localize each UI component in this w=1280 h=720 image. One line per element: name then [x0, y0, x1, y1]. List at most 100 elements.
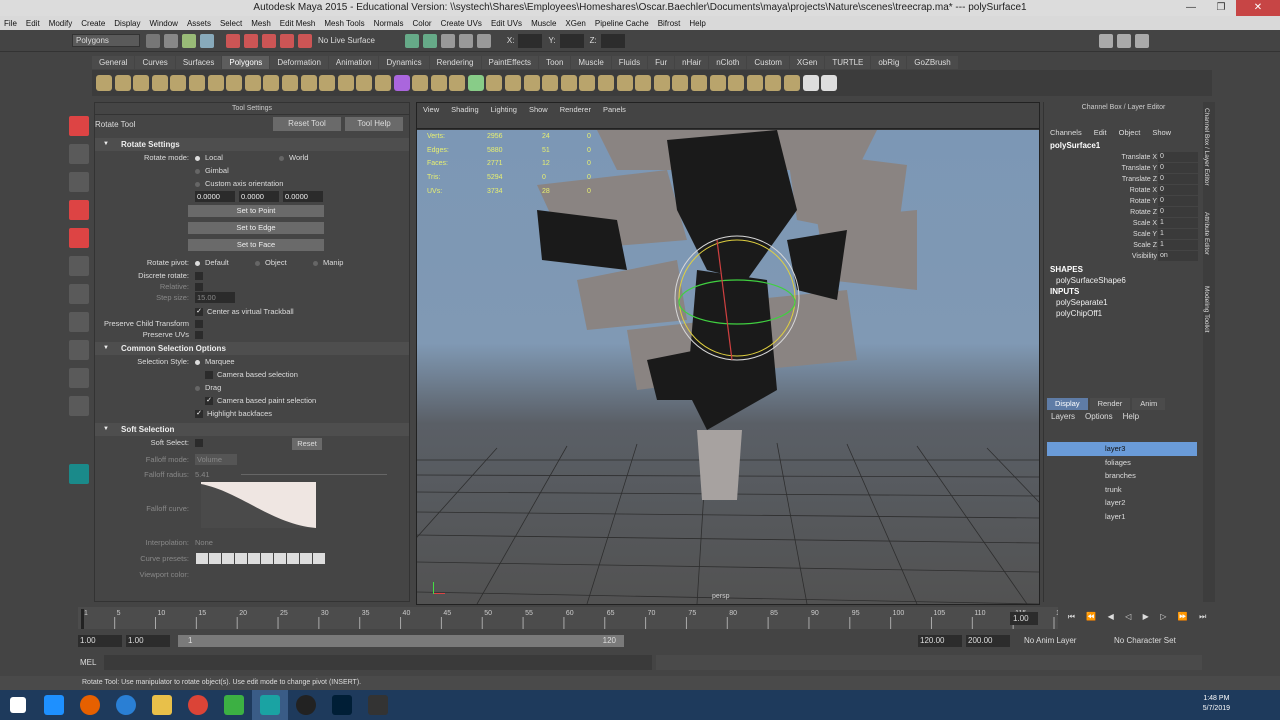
curve-presets-buttons[interactable] — [196, 553, 325, 568]
single-layout-icon[interactable] — [69, 312, 89, 332]
viewport-toolbar[interactable] — [417, 115, 1039, 129]
gimbal-radio[interactable] — [195, 168, 200, 174]
history-icon[interactable] — [404, 33, 419, 48]
rotate-tool-icon[interactable] — [69, 228, 89, 248]
axis-x-field[interactable]: 0.0000 — [195, 191, 235, 202]
preserve-uvs-checkbox[interactable] — [195, 331, 203, 340]
slide-edge-icon[interactable] — [672, 75, 689, 91]
poly-cube-icon[interactable] — [114, 75, 131, 91]
maximize-button[interactable]: ❐ — [1206, 0, 1236, 16]
world-radio[interactable] — [279, 155, 284, 161]
local-radio[interactable] — [195, 155, 200, 161]
average-vertices-icon[interactable] — [412, 75, 429, 91]
tab-obrig[interactable]: obRig — [871, 55, 907, 69]
axis-z-field[interactable]: 0.0000 — [283, 191, 323, 202]
menu-window[interactable]: Window — [150, 19, 178, 28]
uv-editor-icon[interactable] — [709, 75, 726, 91]
playback-start-field[interactable]: 1.00 — [126, 635, 170, 647]
taskbar-unity[interactable] — [360, 690, 396, 720]
soft-reset-button[interactable]: Reset — [292, 438, 322, 450]
poly-cone-icon[interactable] — [151, 75, 168, 91]
taskbar-photoshop[interactable] — [324, 690, 360, 720]
attr-value[interactable]: 0 — [1158, 174, 1198, 184]
snap-curve-icon[interactable] — [244, 33, 258, 48]
poly-prism-icon[interactable] — [207, 75, 224, 91]
discrete-rotate-checkbox[interactable] — [195, 272, 203, 281]
tab-fur[interactable]: Fur — [648, 55, 675, 69]
attr-value[interactable]: 1 — [1158, 218, 1198, 228]
falloff-curve-graph[interactable] — [201, 482, 316, 534]
select-tool-icon[interactable] — [69, 116, 89, 136]
soft-selection-header[interactable]: Soft Selection — [95, 423, 409, 436]
magnet-icon[interactable] — [298, 33, 312, 48]
uv-snapshot-icon[interactable] — [821, 75, 838, 91]
center-trackball-checkbox[interactable]: ✓ — [195, 308, 203, 317]
input-node[interactable]: polyChipOff1 — [1044, 308, 1203, 319]
snap-grid-icon[interactable] — [226, 33, 240, 48]
booleans-icon[interactable] — [374, 75, 391, 91]
falloff-radius-field[interactable]: 5.41 — [195, 468, 210, 481]
preserve-child-checkbox[interactable] — [195, 320, 203, 329]
highlight-backfaces-checkbox[interactable]: ✓ — [195, 410, 203, 419]
play-icon[interactable]: ▶ — [1143, 612, 1149, 626]
menu-edit-mesh[interactable]: Edit Mesh — [280, 19, 316, 28]
render-settings-icon[interactable] — [458, 33, 473, 48]
taskbar-chrome[interactable] — [180, 690, 216, 720]
separate-icon[interactable] — [337, 75, 354, 91]
input-node[interactable]: polySeparate1 — [1044, 297, 1203, 308]
layer-row[interactable]: foliages — [1047, 456, 1197, 470]
poly-sphere-icon[interactable] — [96, 75, 112, 91]
time-slider[interactable]: 1 5 10 15 20 25 30 35 40 45 50 55 60 65 70 75 80 85 90 95 10… — [78, 607, 1058, 629]
checker-icon[interactable] — [802, 75, 819, 91]
four-view-layout-icon[interactable] — [69, 340, 89, 360]
tab-general[interactable]: General — [92, 55, 135, 69]
move-tool-icon[interactable] — [69, 200, 89, 220]
taskbar-app[interactable] — [108, 690, 144, 720]
bridge-icon[interactable] — [467, 75, 484, 91]
menu-edit[interactable]: Edit — [26, 19, 40, 28]
insert-edge-loop-icon[interactable] — [542, 75, 559, 91]
command-input[interactable] — [104, 655, 652, 670]
reset-tool-button[interactable]: Reset Tool — [273, 117, 341, 131]
vp-menu-view[interactable]: View — [423, 105, 439, 114]
pivot-default-radio[interactable] — [195, 260, 200, 266]
layer-row[interactable]: branches — [1047, 469, 1197, 483]
step-forward-icon[interactable]: ▷ — [1160, 612, 1166, 626]
select-object-icon[interactable] — [200, 33, 214, 48]
pivot-manip-radio[interactable] — [313, 260, 318, 266]
mirror-icon[interactable] — [430, 75, 447, 91]
camera-based-checkbox[interactable] — [205, 371, 213, 380]
taskbar-camtasia[interactable] — [216, 690, 252, 720]
falloff-radius-slider[interactable] — [241, 474, 387, 475]
sidebar-tab-channel-box[interactable]: Channel Box / Layer Editor — [1203, 108, 1210, 198]
menu-create[interactable]: Create — [81, 19, 105, 28]
tab-animation[interactable]: Animation — [328, 55, 379, 69]
menu-color[interactable]: Color — [412, 19, 431, 28]
poly-cylinder-icon[interactable] — [133, 75, 150, 91]
extract-icon[interactable] — [356, 75, 373, 91]
scale-tool-icon[interactable] — [69, 256, 89, 276]
poly-helix-icon[interactable] — [263, 75, 280, 91]
playback-end-field[interactable]: 120.00 — [918, 635, 962, 647]
lasso-tool-icon[interactable] — [69, 144, 89, 164]
layer-row[interactable]: layer1 — [1047, 510, 1197, 524]
poke-icon[interactable] — [616, 75, 633, 91]
cb-menu-show[interactable]: Show — [1152, 126, 1171, 140]
common-selection-header[interactable]: Common Selection Options — [95, 342, 409, 355]
snap-point-icon[interactable] — [262, 33, 276, 48]
append-icon[interactable] — [486, 75, 503, 91]
tab-turtle[interactable]: TURTLE — [825, 55, 871, 69]
range-slider[interactable]: 1 120 — [178, 635, 624, 647]
ipr-icon[interactable] — [440, 33, 455, 48]
menu-help[interactable]: Help — [689, 19, 705, 28]
smooth-icon[interactable] — [393, 75, 410, 91]
tab-muscle[interactable]: Muscle — [571, 55, 611, 69]
menu-pipeline-cache[interactable]: Pipeline Cache — [595, 19, 649, 28]
mel-label[interactable]: MEL — [80, 658, 96, 667]
poly-soccer-icon[interactable] — [281, 75, 298, 91]
poly-torus-icon[interactable] — [188, 75, 205, 91]
menu-display[interactable]: Display — [114, 19, 140, 28]
graph-layout-icon[interactable] — [69, 396, 89, 416]
outliner-layout-icon[interactable] — [69, 368, 89, 388]
menu-mesh-tools[interactable]: Mesh Tools — [324, 19, 364, 28]
